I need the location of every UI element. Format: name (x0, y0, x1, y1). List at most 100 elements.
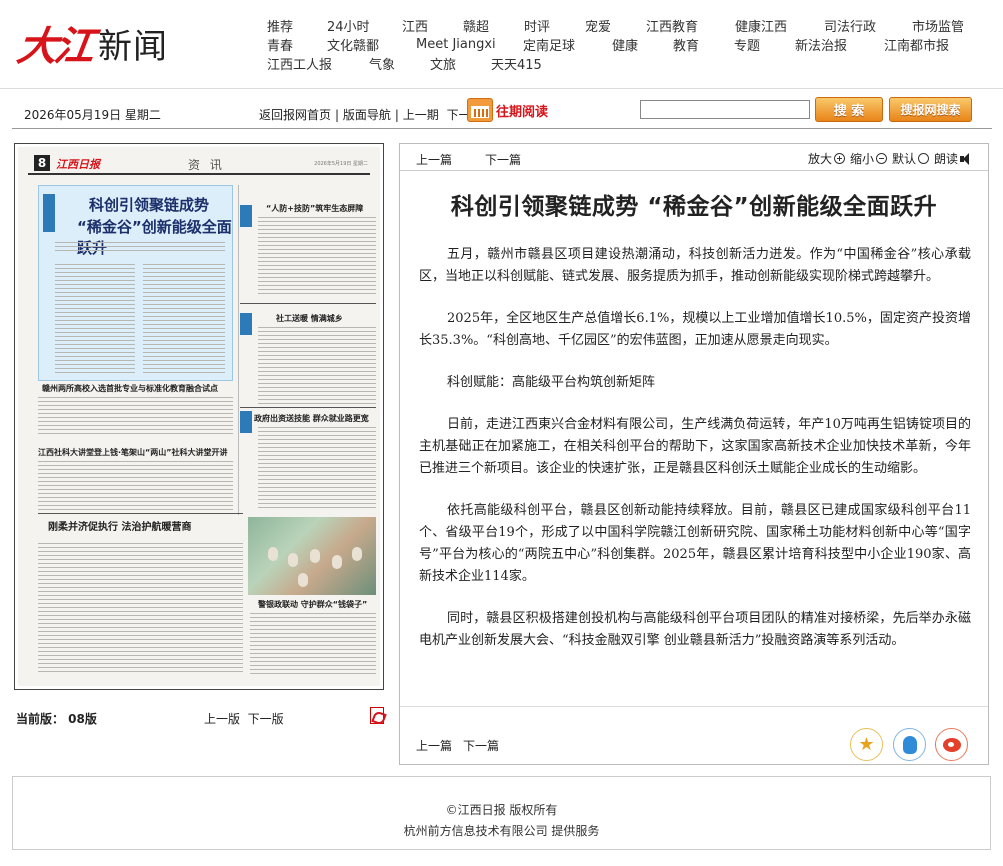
thumb-page-number: 8 (34, 155, 50, 171)
thumb-text-block (258, 427, 376, 511)
nav-link[interactable]: 江西 (402, 16, 463, 35)
article-subheading: 科创赋能：高能级平台构筑创新矩阵 (447, 375, 656, 390)
nav-link[interactable]: 气象 (369, 54, 430, 73)
zoom-in-label[interactable]: 放大 (808, 150, 832, 167)
nav-link[interactable]: 文旅 (430, 54, 491, 73)
article-toolbar: 上一篇 下一篇 放大 缩小 默认 朗读 (400, 144, 988, 171)
weibo-icon (942, 737, 961, 752)
thumb-text-block (55, 242, 225, 254)
layout-nav-link[interactable]: 版面导航 (343, 108, 391, 122)
article-paragraph: 日前，走进江西東兴合金材料有限公司，生产线满负荷运转，年产10万吨再生铝铸锭项目… (419, 417, 971, 476)
speaker-icon[interactable] (960, 152, 974, 165)
bottom-prev-article-link[interactable]: 上一篇 (416, 737, 452, 754)
page-nav: 上一版 下一版 (204, 710, 284, 727)
favorite-button[interactable]: ★ (850, 728, 883, 761)
nav-link[interactable]: 青春 (267, 35, 327, 54)
article-body: 五月，赣州市赣县区项目建设热潮涌动，科技创新活力迸发。作为“中国稀金谷”核心承载… (419, 244, 971, 704)
article-paragraph: 2025年，全区地区生产总值增长6.1%，规模以上工业增加值增长10.5%，固定… (419, 311, 971, 348)
next-article-link[interactable]: 下一篇 (485, 151, 521, 168)
nav-link[interactable]: 文化赣鄱 (327, 35, 416, 54)
thumb-date: 2026年5月19日 星期二 (314, 161, 368, 167)
thumb-text-block (38, 461, 233, 513)
thumb-photo (248, 517, 376, 595)
archive-label: 往期阅读 (496, 104, 549, 120)
thumb-right-headline-2: 社工送暖 情满城乡 (276, 314, 343, 323)
nav-link[interactable]: 健康 (612, 35, 673, 54)
nav-link[interactable]: 司法行政 (824, 16, 912, 35)
site-header: 大江 新闻 推荐 24小时 江西 赣超 时评 宠爱 江西教育 健康江西 司法行政… (0, 0, 1003, 88)
site-footer: ©江西日报 版权所有 杭州前方信息技术有限公司 提供服务 (12, 776, 991, 850)
archive-link[interactable]: 往期阅读 (467, 98, 548, 122)
thumb-lead-article[interactable]: 科创引领聚链成势 “稀金谷”创新能级全面跃升 (38, 185, 233, 381)
thumb-text-block (258, 217, 376, 297)
nav-row-2: 青春 文化赣鄱 Meet Jiangxi 定南足球 健康 教育 专题 新法治报 … (267, 35, 997, 54)
epaper-toolbar: 2026年05月19日 星期二 返回报网首页 | 版面导航 | 上一期 下一期 往期… (12, 97, 992, 129)
nav-link[interactable]: 江西教育 (646, 16, 735, 35)
star-icon: ★ (858, 733, 875, 755)
nav-link[interactable]: 时评 (524, 16, 585, 35)
article-paragraph: 依托高能级科创平台，赣县区创新动能持续释放。目前，赣县区已建成国家级科创平台11… (419, 503, 971, 584)
thumb-text-block (38, 397, 233, 437)
thumb-tag (240, 313, 252, 335)
thumb-divider (240, 303, 376, 304)
calendar-icon (467, 98, 493, 122)
search-input[interactable] (640, 100, 810, 119)
thumbnail-footer: 当前版： 08版 上一版 下一版 (14, 707, 384, 727)
nav-link[interactable]: 宠爱 (585, 16, 646, 35)
prev-page-link[interactable]: 上一版 (204, 712, 240, 726)
article-paragraph: 同时，赣县区积极搭建创投机构与高能级科创平台项目团队的精准对接桥梁，先后举办永磁… (419, 611, 971, 648)
logo-black-text: 新闻 (98, 26, 168, 67)
nav-link[interactable]: 定南足球 (523, 35, 612, 54)
nav-link[interactable]: 推荐 (267, 16, 327, 35)
article-paragraph: 五月，赣州市赣县区项目建设热潮涌动，科技创新活力迸发。作为“中国稀金谷”核心承载… (419, 247, 971, 284)
bottom-next-article-link[interactable]: 下一篇 (463, 737, 499, 754)
default-size-label[interactable]: 默认 (892, 150, 916, 167)
thumb-text-block (55, 264, 135, 374)
default-size-icon[interactable] (917, 153, 929, 164)
nav-link[interactable]: 教育 (673, 35, 734, 54)
article-title: 科创引领聚链成势 “稀金谷”创新能级全面跃升 (450, 194, 938, 220)
zoom-in-icon[interactable] (833, 153, 845, 164)
pdf-icon[interactable] (370, 707, 384, 724)
nav-link[interactable]: 健康江西 (735, 16, 824, 35)
page-thumbnail-image[interactable]: 8 江西日报 资 讯 2026年5月19日 星期二 科创引领聚链成势 “稀金谷”… (18, 147, 380, 686)
zoom-out-icon[interactable] (875, 153, 887, 164)
nav-link[interactable]: 新法治报 (795, 35, 884, 54)
share-weibo-button[interactable] (935, 728, 968, 761)
share-qq-button[interactable] (893, 728, 926, 761)
article-panel: 上一篇 下一篇 放大 缩小 默认 朗读 科创引领聚链成势 “稀金谷”创新能级全面… (399, 143, 989, 765)
thumb-text-block (143, 264, 225, 374)
home-link[interactable]: 返回报网首页 (259, 108, 331, 122)
nav-link[interactable]: Meet Jiangxi (416, 37, 523, 52)
next-page-link[interactable]: 下一版 (248, 712, 284, 726)
service-provider-text: 杭州前方信息技术有限公司 提供服务 (403, 824, 600, 838)
header-divider (0, 88, 1003, 89)
thumb-section: 资 讯 (188, 158, 225, 172)
zoom-out-label[interactable]: 缩小 (850, 150, 874, 167)
nav-link[interactable]: 天天415 (491, 54, 542, 73)
page-thumbnail[interactable]: 8 江西日报 资 讯 2026年5月19日 星期二 科创引领聚链成势 “稀金谷”… (14, 143, 384, 690)
article-body-divider (400, 706, 988, 707)
prev-article-link[interactable]: 上一篇 (416, 151, 452, 168)
nav-link[interactable]: 赣超 (463, 16, 524, 35)
thumb-column-rule (238, 185, 239, 515)
thumb-subheadline-1: 赣州两所高校入选首批专业与标准化教育融合试点 (42, 384, 218, 393)
nav-link[interactable]: 江南都市报 (884, 35, 949, 54)
nav-link[interactable]: 24小时 (327, 16, 402, 35)
site-search-button[interactable]: 搜报网搜索 (889, 97, 972, 122)
thumb-right-headline-1: “人防+技防”筑牢生态屏障 (266, 204, 364, 213)
nav-link[interactable]: 江西工人报 (267, 54, 369, 73)
reading-tools: 放大 缩小 默认 朗读 (808, 150, 974, 167)
thumb-text-block (250, 613, 376, 675)
site-logo[interactable]: 大江 新闻 (14, 14, 168, 72)
read-aloud-label[interactable]: 朗读 (934, 150, 958, 167)
thumb-text-block (38, 543, 243, 673)
search-button-label: 搜 索 (833, 104, 865, 119)
current-page-label: 当前版： 08版 (16, 712, 97, 726)
search-button[interactable]: 搜 索 (815, 97, 883, 122)
thumb-tag (240, 205, 252, 227)
nav-row-3: 江西工人报 气象 文旅 天天415 (267, 54, 997, 73)
prev-issue-link[interactable]: 上一期 (403, 108, 439, 122)
nav-link[interactable]: 市场监管 (912, 16, 964, 35)
nav-link[interactable]: 专题 (734, 35, 795, 54)
